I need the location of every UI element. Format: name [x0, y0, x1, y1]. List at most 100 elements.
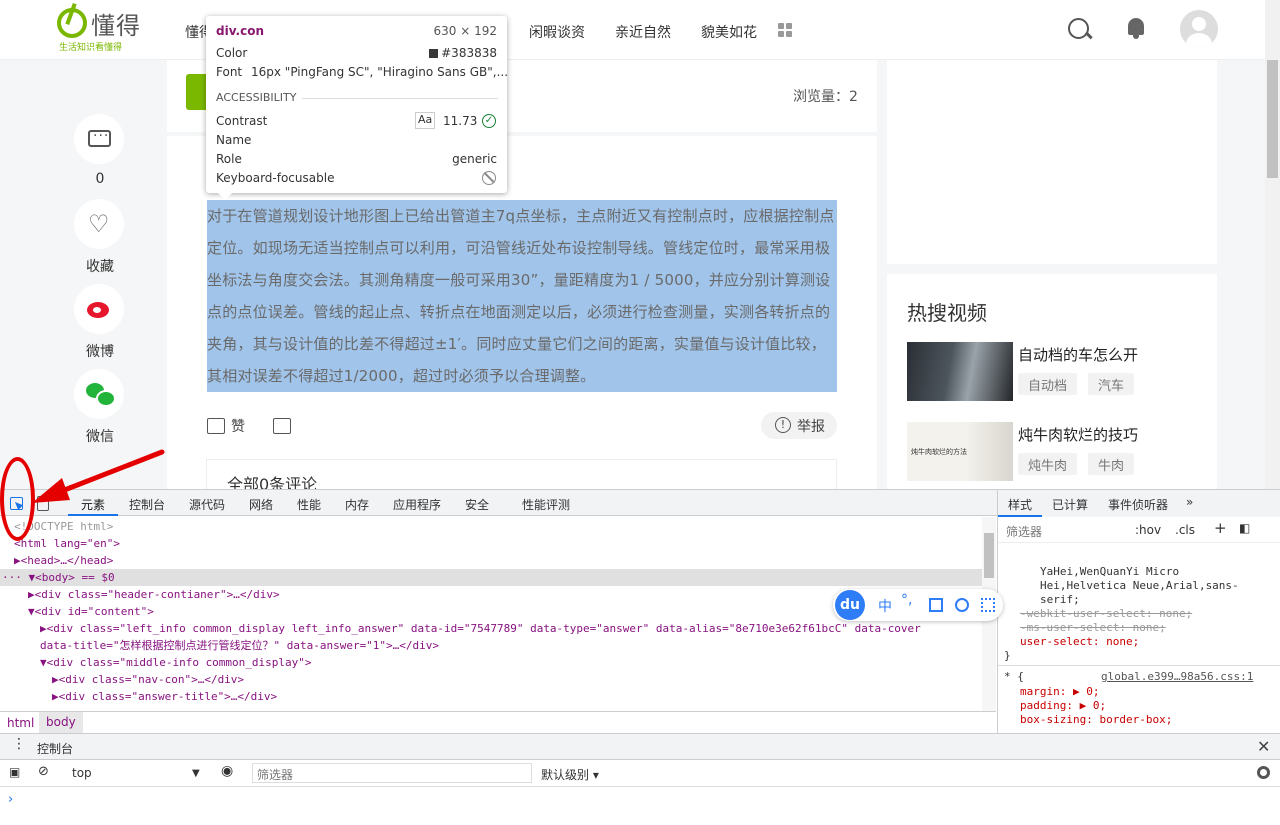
log-level-select[interactable]: 默认级别 ▾	[541, 766, 599, 783]
check-icon: ✓	[482, 114, 496, 128]
tab-elements[interactable]: 元素	[81, 496, 105, 513]
wechat-icon	[86, 383, 116, 407]
tooltip-color-label: Color	[216, 46, 248, 60]
dom-line[interactable]: data-title="怎样根据控制点进行管线定位？" data-answer=…	[40, 637, 439, 654]
styles-filter-bar: 筛选器 :hov .cls + ◧	[998, 517, 1280, 543]
dom-line[interactable]: ▶<div class="answer-title">…</div>	[52, 688, 277, 705]
style-line: }	[1004, 649, 1011, 662]
sidebar-toggle-icon[interactable]: ◧	[1239, 521, 1250, 535]
video-thumbnail[interactable]	[907, 342, 1013, 401]
video-title[interactable]: 炖牛肉软烂的技巧	[1018, 424, 1138, 445]
tab-application[interactable]: 应用程序	[393, 496, 441, 513]
drawer-menu-icon[interactable]: ⋮	[12, 736, 26, 752]
tooltip-contrast-value: 11.73	[443, 114, 478, 128]
video-title[interactable]: 自动档的车怎么开	[1018, 344, 1138, 365]
nav-item-1[interactable]: 闲暇谈资	[529, 22, 585, 42]
style-line[interactable]: margin: ▶ 0;	[1020, 685, 1099, 699]
ime-skin-icon[interactable]	[929, 598, 943, 612]
tab-console[interactable]: 控制台	[129, 496, 165, 513]
tab-performance[interactable]: 性能	[297, 496, 321, 513]
thumb-down-icon[interactable]	[273, 418, 291, 434]
clear-console-icon[interactable]: ⊘	[38, 764, 49, 779]
dom-line[interactable]: ▼<div id="content">	[28, 603, 154, 620]
dom-line[interactable]: ▶<div class="left_info common_display le…	[40, 620, 921, 637]
view-count: 浏览量：2	[793, 89, 858, 105]
styles-pane: 筛选器 :hov .cls + ◧ YaHei,WenQuanYi Micro …	[997, 517, 1280, 733]
dom-line[interactable]: ▶<div class="nav-con">…</div>	[52, 671, 244, 688]
comment-count: 0	[95, 171, 105, 187]
cls-toggle[interactable]: .cls	[1175, 523, 1195, 537]
weibo-share-button[interactable]	[74, 284, 124, 334]
ime-toolbar: du 中 °,	[833, 589, 1003, 621]
thumb-up-icon[interactable]	[207, 418, 225, 434]
nav-item-3[interactable]: 貌美如花	[701, 22, 757, 42]
tab-event-listeners[interactable]: 事件侦听器	[1108, 496, 1168, 513]
context-select[interactable]: top	[72, 766, 92, 780]
sidebar-toggle-icon[interactable]: ▣	[9, 765, 20, 779]
video-thumbnail[interactable]: 炖牛肉软烂的方法	[907, 422, 1013, 481]
styles-filter-input[interactable]: 筛选器	[1006, 523, 1042, 540]
page-scrollbar-thumb[interactable]	[1267, 60, 1278, 178]
style-line[interactable]: -ms-user-select: none;	[1020, 621, 1166, 635]
dom-line[interactable]: ▶<div class="header-contianer">…</div>	[28, 586, 280, 603]
tab-styles[interactable]: 样式	[1008, 496, 1032, 513]
style-source-link[interactable]: global.e399…98a56.css:1	[1101, 670, 1253, 684]
ime-punctuation-toggle[interactable]: °,	[901, 592, 912, 608]
console-prompt[interactable]: ›	[8, 792, 13, 807]
favorite-button[interactable]: ♡	[74, 199, 124, 249]
video-tag[interactable]: 炖牛肉	[1018, 453, 1078, 475]
tab-security[interactable]: 安全	[465, 496, 489, 513]
dom-line[interactable]: <html lang="en">	[14, 535, 120, 552]
style-line[interactable]: padding: ▶ 0;	[1020, 699, 1106, 713]
dom-line[interactable]: ▼<div class="middle-info common_display"…	[40, 654, 312, 671]
report-button[interactable]: ! 举报	[761, 412, 837, 439]
video-tag[interactable]: 自动档	[1018, 373, 1078, 395]
eye-icon[interactable]: ◉	[221, 763, 233, 779]
comment-button[interactable]	[74, 114, 124, 164]
ime-grid-icon[interactable]	[981, 598, 995, 612]
tab-lighthouse[interactable]: 性能评测	[522, 496, 570, 513]
console-drawer-tab[interactable]: 控制台	[37, 740, 73, 757]
styles-tabbar: 样式 已计算 事件侦听器 »	[997, 490, 1280, 517]
breadcrumb: html body	[0, 711, 996, 733]
active-tab-indicator	[998, 515, 1042, 517]
nav-item-2[interactable]: 亲近自然	[615, 22, 671, 42]
tooltip-section: ACCESSIBILITY	[216, 91, 297, 104]
style-line[interactable]: -webkit-user-select: none;	[1020, 607, 1192, 621]
style-line[interactable]: box-sizing: border-box;	[1020, 713, 1172, 727]
dom-line: ▼<body> == $0	[28, 571, 115, 584]
dom-line-selected[interactable]: ··· ▼<body> == $0	[0, 569, 982, 586]
ime-language-toggle[interactable]: 中	[878, 596, 892, 616]
device-toolbar-icon[interactable]	[37, 496, 49, 511]
video-tag[interactable]: 汽车	[1088, 373, 1135, 395]
console-settings-icon[interactable]	[1257, 766, 1270, 779]
hov-toggle[interactable]: :hov	[1135, 523, 1161, 537]
console-filter-input[interactable]: 筛选器	[252, 763, 532, 783]
breadcrumb-body[interactable]: body	[39, 712, 83, 733]
console-drawer-header: ⋮ 控制台 ✕	[0, 733, 1280, 760]
search-icon[interactable]	[1068, 18, 1092, 42]
video-thumbnail-text: 炖牛肉软烂的方法	[911, 448, 967, 456]
tab-memory[interactable]: 内存	[345, 496, 369, 513]
site-logo[interactable]: 懂得 生活知识看懂得	[57, 6, 157, 54]
grid-icon[interactable]	[778, 23, 793, 38]
ime-user-icon[interactable]	[955, 598, 969, 612]
like-label[interactable]: 赞	[231, 416, 245, 436]
dom-line[interactable]: ▶<head>…</head>	[14, 552, 113, 569]
style-line[interactable]: user-select: none;	[1020, 635, 1139, 649]
tab-computed[interactable]: 已计算	[1052, 496, 1088, 513]
wechat-share-button[interactable]	[74, 369, 124, 419]
tab-sources[interactable]: 源代码	[189, 496, 225, 513]
add-rule-icon[interactable]: +	[1214, 519, 1227, 537]
bell-icon[interactable]	[1126, 16, 1146, 40]
more-tabs-icon[interactable]: »	[1186, 495, 1193, 509]
baidu-logo[interactable]: du	[835, 590, 865, 620]
elements-scrollbar-thumb[interactable]	[984, 533, 994, 578]
chevron-down-icon[interactable]: ▼	[192, 768, 200, 779]
avatar[interactable]	[1180, 10, 1218, 48]
close-drawer-icon[interactable]: ✕	[1257, 737, 1270, 756]
video-tag[interactable]: 牛肉	[1088, 453, 1135, 475]
tab-network[interactable]: 网络	[249, 496, 273, 513]
contrast-aa-badge: Aa	[415, 112, 435, 129]
breadcrumb-html[interactable]: html	[7, 716, 34, 730]
